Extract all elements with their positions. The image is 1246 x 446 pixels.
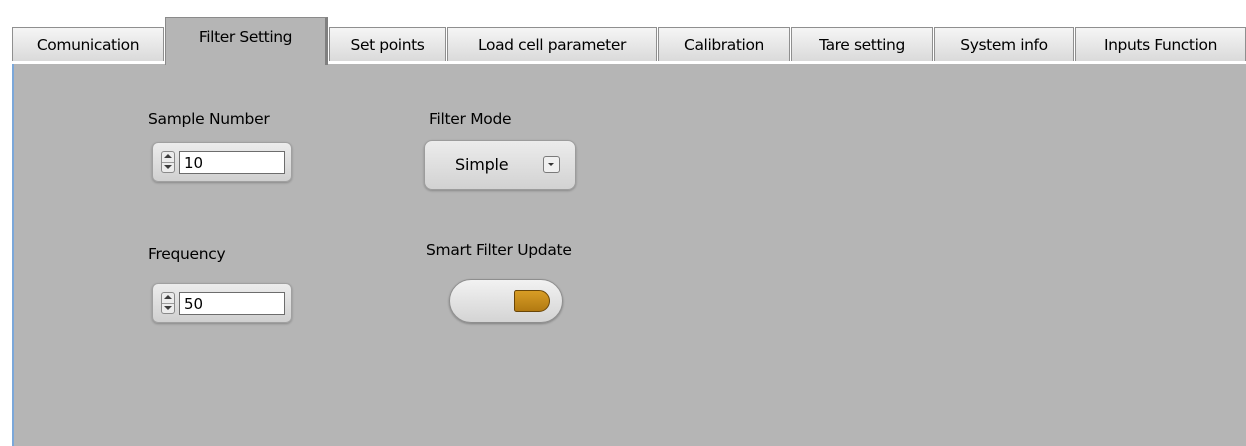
- smart-filter-update-toggle[interactable]: [449, 279, 563, 323]
- filter-mode-value: Simple: [455, 155, 509, 174]
- frequency-spinner: [161, 292, 175, 314]
- tab-calibration[interactable]: Calibration: [658, 27, 790, 61]
- frequency-control: [152, 283, 292, 323]
- tab-system-info[interactable]: System info: [934, 27, 1074, 61]
- decrement-arrow-icon[interactable]: [162, 303, 174, 313]
- sample-number-label: Sample Number: [148, 110, 270, 128]
- sample-number-control: [152, 142, 292, 182]
- frequency-label: Frequency: [148, 245, 226, 263]
- tab-label: Inputs Function: [1103, 35, 1218, 54]
- tab-label: Calibration: [684, 35, 764, 54]
- tab-label: Filter Setting: [198, 28, 293, 46]
- tab-load-cell-parameter[interactable]: Load cell parameter: [447, 27, 657, 61]
- tab-filter-setting[interactable]: Filter Setting: [165, 17, 328, 65]
- dropdown-arrow-icon[interactable]: [543, 156, 560, 173]
- sample-number-input[interactable]: [179, 151, 285, 174]
- tab-label: Comunication: [36, 35, 140, 54]
- toggle-indicator-icon: [514, 290, 550, 312]
- tab-tare-setting[interactable]: Tare setting: [791, 27, 933, 61]
- tab-set-points[interactable]: Set points: [329, 27, 446, 61]
- tab-bar: Comunication Filter Setting Set points L…: [12, 15, 1246, 65]
- filter-setting-panel: Sample Number Frequency Filter Mode Simp…: [12, 64, 1246, 446]
- tab-comunication[interactable]: Comunication: [12, 27, 164, 61]
- frequency-input[interactable]: [179, 292, 285, 315]
- decrement-arrow-icon[interactable]: [162, 162, 174, 172]
- tab-label: Tare setting: [819, 35, 905, 54]
- tab-label: Set points: [350, 35, 425, 54]
- tab-label: System info: [960, 35, 1048, 54]
- tab-label: Load cell parameter: [478, 35, 626, 54]
- tab-inputs-function[interactable]: Inputs Function: [1075, 27, 1246, 61]
- smart-filter-update-label: Smart Filter Update: [426, 241, 572, 259]
- filter-mode-dropdown[interactable]: Simple: [424, 140, 576, 190]
- filter-mode-label: Filter Mode: [429, 110, 512, 128]
- sample-number-spinner: [161, 151, 175, 173]
